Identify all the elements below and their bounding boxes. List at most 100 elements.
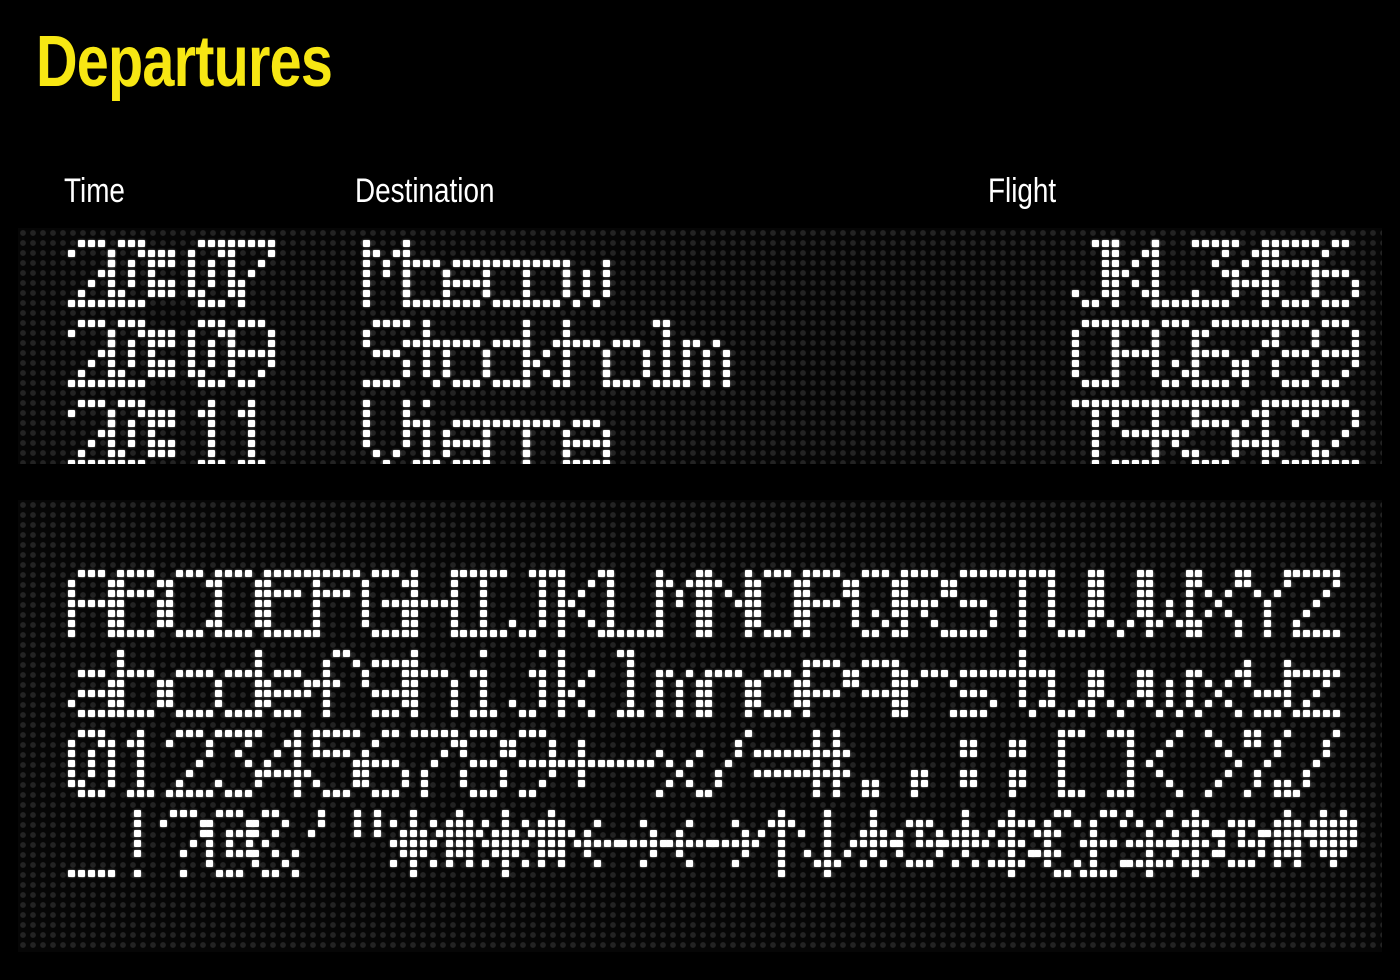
led-char-0 [108, 400, 155, 464]
led-char-6 [362, 730, 411, 800]
led-char-9 [509, 730, 558, 800]
led-char-3 [215, 730, 264, 800]
led-char-7 [228, 240, 275, 310]
led-char-h [411, 650, 460, 720]
led-char-V [363, 400, 410, 464]
led-char-o [403, 240, 450, 310]
led-char-% [1244, 730, 1293, 800]
led-char-l [643, 320, 683, 390]
led-char-o [754, 650, 803, 720]
led-char-W [1146, 570, 1195, 640]
led-char-S [1112, 400, 1159, 464]
led-char-J [509, 570, 558, 640]
led-char-arrow-right [712, 810, 759, 880]
led-char-R [1152, 400, 1199, 464]
led-char-T [999, 570, 1048, 640]
flight-number [1072, 400, 1359, 464]
led-char-X [1195, 570, 1244, 640]
led-char-P [803, 570, 852, 640]
charset-uppercase-row [68, 570, 1342, 640]
led-char-+ [558, 730, 607, 800]
led-char-G [362, 570, 411, 640]
led-char-g [362, 650, 411, 720]
led-char-T [1072, 400, 1119, 464]
led-char-asterisk [482, 810, 529, 880]
led-char-5 [313, 730, 362, 800]
led-char-t [999, 650, 1048, 720]
led-char-w [1146, 650, 1195, 720]
led-char-c [483, 240, 530, 310]
led-char-. [852, 730, 901, 800]
led-char-t [403, 320, 450, 390]
led-char-5 [1272, 240, 1319, 310]
led-char-u [1048, 650, 1097, 720]
led-char-0 [108, 320, 155, 390]
led-char-f [313, 650, 362, 720]
led-char-K [558, 570, 607, 640]
led-char-i [460, 650, 509, 720]
charset-digits-row [68, 730, 1342, 800]
led-char-< [1146, 730, 1195, 800]
led-char-q [852, 650, 901, 720]
flight-destination [363, 320, 730, 390]
led-char-bitcoin [1172, 810, 1219, 880]
led-char-_ [68, 810, 115, 880]
led-char-a [68, 650, 117, 720]
led-char-/ [1293, 730, 1342, 800]
led-char-m [683, 320, 730, 390]
led-char-I [460, 570, 509, 640]
led-char-K [1112, 240, 1159, 310]
led-char-a [563, 400, 610, 464]
led-char-6 [1192, 320, 1239, 390]
led-char-n [705, 650, 754, 720]
flight-time [68, 320, 275, 390]
led-char-! [114, 810, 160, 880]
column-header-destination: Destination [355, 172, 495, 210]
led-char-s [443, 240, 490, 310]
led-char-5 [1192, 400, 1239, 464]
led-char-J [1072, 240, 1119, 310]
flight-number [1072, 320, 1359, 390]
led-char-arrow-down [804, 810, 851, 880]
led-char-9 [1312, 320, 1359, 390]
led-char-Q [1152, 320, 1199, 390]
led-char-star [528, 810, 575, 880]
led-char-2 [68, 240, 115, 310]
led-char-S [363, 320, 410, 390]
led-char-x [656, 730, 705, 800]
led-char-j [509, 650, 558, 720]
led-char-= [754, 730, 803, 800]
led-char-arrow-left [574, 810, 621, 880]
led-char-k [558, 650, 607, 720]
led-char-4 [264, 730, 313, 800]
page-title: Departures [36, 22, 333, 102]
led-char-asterisk [390, 810, 437, 880]
charset-lowercase-row [68, 650, 1342, 720]
flight-list-panel [18, 228, 1382, 464]
flight-destination [363, 400, 610, 464]
led-char-4 [1232, 400, 1279, 464]
led-char-@ [206, 810, 253, 880]
led-char-P [1112, 320, 1159, 390]
led-char-2 [166, 730, 215, 800]
led-char-pound [1080, 810, 1127, 880]
led-char-Z [1293, 570, 1342, 640]
led-char-arrow-right [620, 810, 667, 880]
led-char-: [148, 320, 188, 390]
led-char-h [563, 320, 610, 390]
led-char-n [523, 400, 570, 464]
flight-time [68, 400, 268, 464]
led-char-m [656, 650, 705, 720]
column-header-flight: Flight [988, 172, 1057, 210]
led-char-dollar [988, 810, 1035, 880]
led-char-& [252, 810, 299, 880]
led-char-o [523, 240, 570, 310]
led-char-L [607, 570, 656, 640]
led-char-L [1152, 240, 1199, 310]
led-char-3 [1192, 240, 1239, 310]
led-char-2 [68, 320, 115, 390]
led-char-7 [411, 730, 460, 800]
led-char-c [483, 320, 530, 390]
led-char-z [1293, 650, 1342, 720]
led-char-7 [1232, 320, 1279, 390]
